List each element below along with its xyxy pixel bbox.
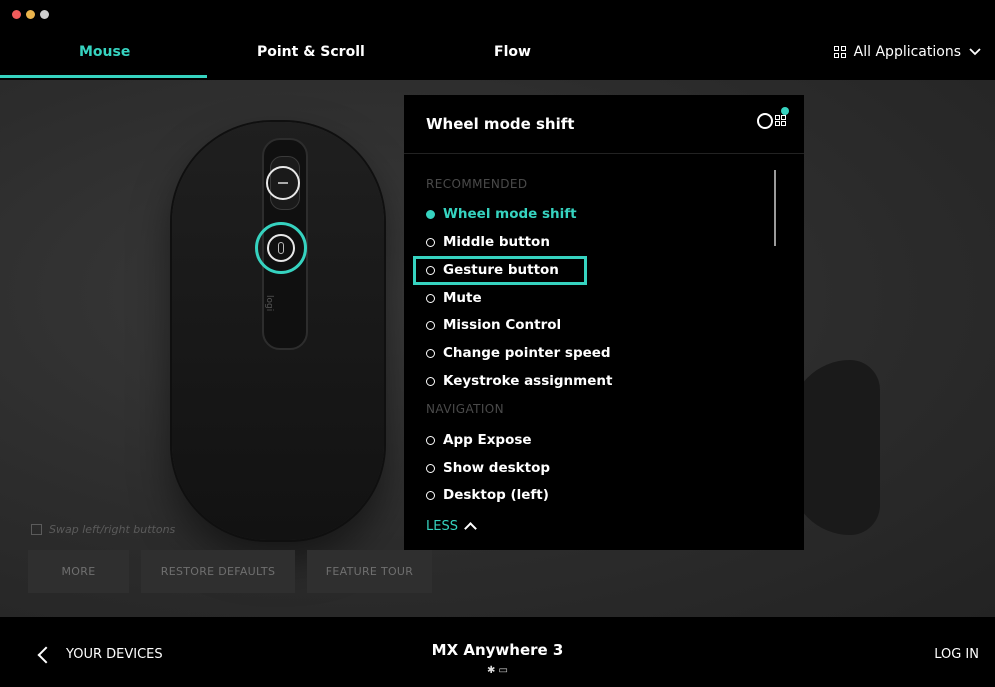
tab-point-scroll[interactable]: Point & Scroll [257,44,365,60]
radio-icon [426,490,435,500]
radio-icon [426,237,435,247]
option-label: Wheel mode shift [443,206,577,222]
option-app-expose[interactable]: App Expose [426,432,532,448]
option-wheel-mode-shift[interactable]: Wheel mode shift [426,206,577,222]
mouse-logo: logi [264,295,274,312]
radio-icon [426,463,435,473]
footer: YOUR DEVICES MX Anywhere 3 ✱ ▭ LOG IN [0,617,995,687]
feature-tour-button[interactable]: FEATURE TOUR [307,550,432,593]
wheel-mode-shift-icon [757,107,789,133]
option-label: Keystroke assignment [443,373,613,389]
radio-icon [426,348,435,358]
option-label: Show desktop [443,460,551,476]
close-window-button[interactable] [12,10,21,19]
option-keystroke-assignment[interactable]: Keystroke assignment [426,373,612,389]
hotspot-middle-button[interactable] [266,166,300,200]
grid-icon [833,46,846,58]
more-button[interactable]: MORE [28,550,129,593]
option-mute[interactable]: Mute [426,290,482,306]
less-label: LESS [426,519,458,534]
swap-buttons-option[interactable]: Swap left/right buttons [31,523,175,536]
action-dropdown-panel: Wheel mode shift RECOMMENDED Wheel mode … [404,95,804,550]
option-desktop-left[interactable]: Desktop (left) [426,487,549,503]
swap-buttons-checkbox[interactable] [31,524,42,535]
option-show-desktop[interactable]: Show desktop [426,460,550,476]
option-label: Change pointer speed [443,345,611,361]
swap-buttons-label: Swap left/right buttons [49,523,176,536]
tab-flow[interactable]: Flow [494,44,531,60]
panel-title: Wheel mode shift [426,115,575,133]
option-label: Desktop (left) [443,487,549,503]
panel-header: Wheel mode shift [404,95,804,154]
option-middle-button[interactable]: Middle button [426,234,550,250]
section-recommended: RECOMMENDED [426,177,528,191]
option-label: Middle button [443,234,550,250]
option-label: App Expose [443,432,532,448]
hotspot-wheel-mode-shift[interactable] [255,222,307,274]
section-navigation: NAVIGATION [426,402,505,416]
gesture-button-highlight [413,256,587,285]
application-selector-label: All Applications [853,44,961,60]
device-name: MX Anywhere 3 [431,641,564,659]
panel-scrollbar[interactable] [774,170,776,246]
chevron-down-icon [969,48,981,56]
option-mission-control[interactable]: Mission Control [426,317,561,333]
application-selector[interactable]: All Applications [833,44,981,60]
top-bar: Mouse Point & Scroll Flow All Applicatio… [0,0,995,80]
option-change-pointer-speed[interactable]: Change pointer speed [426,345,611,361]
option-label: Mission Control [443,317,562,333]
radio-icon [426,376,435,386]
less-toggle[interactable]: LESS [426,519,477,535]
option-label: Mute [443,290,482,306]
radio-icon [426,293,435,303]
chevron-up-icon [464,522,477,535]
radio-selected-icon [426,209,435,219]
tab-mouse[interactable]: Mouse [79,44,130,60]
radio-icon [426,320,435,330]
device-status-icons: ✱ ▭ [486,665,508,676]
zoom-window-button[interactable] [40,10,49,19]
minimize-window-button[interactable] [26,10,35,19]
radio-icon [426,435,435,445]
active-tab-indicator [0,75,207,78]
log-in-button[interactable]: LOG IN [934,647,979,662]
restore-defaults-button[interactable]: RESTORE DEFAULTS [141,550,295,593]
